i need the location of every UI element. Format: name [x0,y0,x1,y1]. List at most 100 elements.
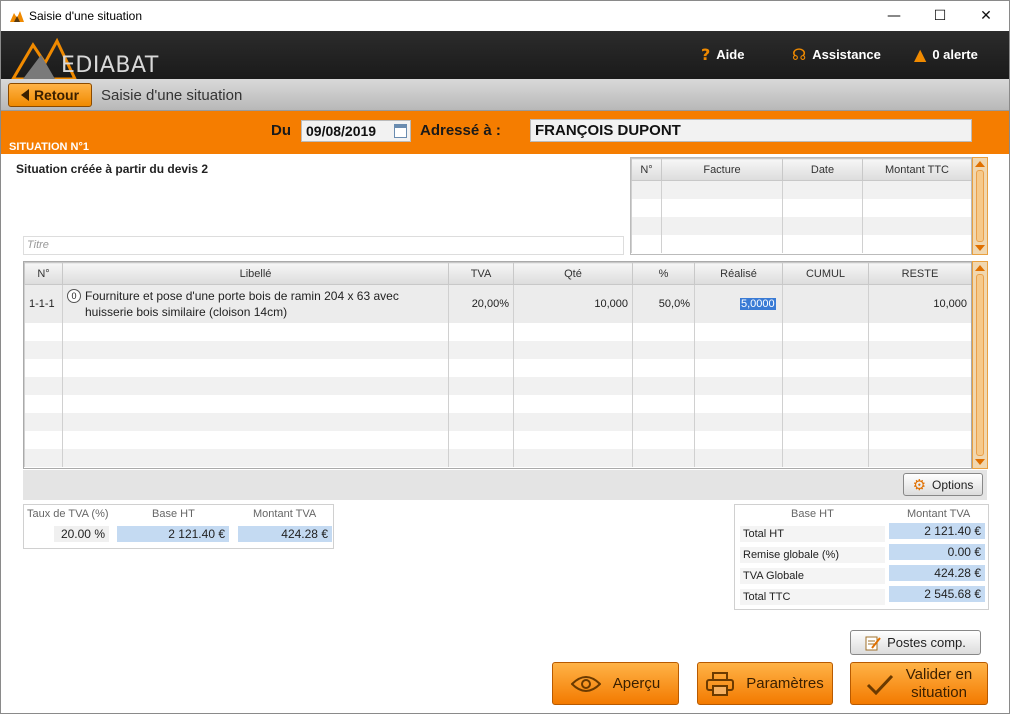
lignes-scrollbar[interactable] [972,261,988,469]
adresse-label: Adressé à : [420,122,501,139]
remise-label: Remise globale (%) [740,547,885,563]
table-row[interactable] [631,234,971,253]
aide-label: Aide [716,47,745,62]
du-label: Du [271,122,291,139]
table-row[interactable] [24,448,971,467]
info-badge-icon[interactable]: 0 [67,288,81,303]
col-header-realise[interactable]: Réalisé [694,262,783,285]
parametres-button[interactable]: Paramètres [697,662,833,705]
cone-icon: ▲ [914,45,927,64]
scroll-down-icon[interactable] [975,459,985,465]
scroll-up-icon[interactable] [975,161,985,167]
titre-input[interactable]: Titre [23,236,624,255]
factures-scrollbar[interactable] [972,157,988,255]
options-button[interactable]: ⚙ Options [903,473,983,496]
total-ht-label: Total HT [740,526,885,542]
table-row[interactable] [24,340,971,359]
table-row[interactable] [631,198,971,217]
date-value: 09/08/2019 [306,123,377,139]
apercu-button[interactable]: Aperçu [552,662,679,705]
close-button[interactable]: ✕ [963,1,1009,31]
cell-pct[interactable]: 50,0% [632,284,695,323]
cell-realise[interactable]: 5,0000 [694,284,783,323]
scroll-up-icon[interactable] [975,265,985,271]
table-row[interactable] [24,322,971,341]
tva-montant-header: Montant TVA [253,508,317,520]
cell-tva: 20,00% [448,284,514,323]
edit-note-icon [865,636,881,650]
arrow-left-icon [20,89,29,101]
maximize-button[interactable]: ☐ [917,1,963,31]
col-header-reste[interactable]: RESTE [868,262,971,285]
scroll-down-icon[interactable] [975,245,985,251]
assistance-link[interactable]: ☊ Assistance [792,45,881,64]
libelle-line2: huisserie bois similaire (cloison 14cm) [85,304,288,319]
parametres-label: Paramètres [746,675,824,692]
col-header-tva[interactable]: TVA [448,262,514,285]
table-row[interactable] [24,412,971,431]
valider-button[interactable]: Valider en situation [850,662,988,705]
totals-base-header: Base HT [791,508,834,520]
scroll-thumb[interactable] [976,274,984,456]
tva-rate-header: Taux de TVA (%) [27,508,109,520]
aide-link[interactable]: ? Aide [701,45,744,64]
valider-label-line2: situation [911,683,967,701]
cell-qte: 10,000 [513,284,633,323]
tva-base-value: 2 121.40 € [117,526,229,542]
remise-value[interactable]: 0.00 € [889,544,985,560]
alerte-link[interactable]: ▲ 0 alerte [914,45,978,64]
col-header-num[interactable]: N° [24,262,63,285]
col-header-montant-ttc[interactable]: Montant TTC [862,158,971,181]
col-header-libelle[interactable]: Libellé [62,262,449,285]
back-button[interactable]: Retour [8,83,92,107]
lignes-table: N° Libellé TVA Qté % Réalisé CUMUL RESTE… [23,261,972,469]
options-bar [23,470,987,500]
app-window: Saisie d'une situation — ☐ ✕ EDIABAT ? A… [0,0,1010,714]
apercu-label: Aperçu [612,675,661,692]
tva-montant-value: 424.28 € [238,526,332,542]
table-row[interactable]: 1-1-1 0 Fourniture et pose d'une porte b… [24,284,971,323]
printer-icon [706,671,735,696]
client-field[interactable]: FRANÇOIS DUPONT [530,119,972,142]
cell-cumul [782,284,869,323]
realise-input[interactable]: 5,0000 [740,297,776,310]
table-row[interactable] [24,394,971,413]
col-header-pct[interactable]: % [632,262,695,285]
table-row[interactable] [24,358,971,377]
scroll-thumb[interactable] [976,170,984,242]
assistance-label: Assistance [812,47,881,62]
table-row[interactable] [24,430,971,449]
calendar-icon[interactable] [394,124,407,138]
total-ttc-value: 2 545.68 € [889,586,985,602]
window-titlebar: Saisie d'une situation — ☐ ✕ [1,1,1009,31]
col-header-cumul[interactable]: CUMUL [782,262,869,285]
headset-icon: ☊ [792,45,807,64]
table-row[interactable] [24,376,971,395]
col-header-qte[interactable]: Qté [513,262,633,285]
situation-subtitle: Situation créée à partir du devis 2 [16,162,209,176]
cell-num: 1-1-1 [24,284,63,323]
col-header-date[interactable]: Date [782,158,863,181]
date-field[interactable]: 09/08/2019 [301,120,411,142]
table-row[interactable] [631,180,971,199]
back-label: Retour [33,87,80,103]
situation-number: SITUATION N°1 [9,141,89,153]
help-icon: ? [701,45,711,64]
libelle-line1: Fourniture et pose d'une porte bois de r… [85,288,399,303]
total-ttc-label: Total TTC [740,589,885,605]
col-header-facture[interactable]: Facture [661,158,783,181]
table-row[interactable] [631,216,971,235]
logo-text: EDIABAT [61,53,159,78]
tva-globale-value: 424.28 € [889,565,985,581]
minimize-button[interactable]: — [871,1,917,31]
tva-base-header: Base HT [152,508,195,520]
tva-summary: Taux de TVA (%) Base HT Montant TVA 20.0… [23,504,334,549]
page-title: Saisie d'une situation [101,87,243,104]
alerte-label: 0 alerte [932,47,978,62]
situation-header-band: Du 09/08/2019 Adressé à : FRANÇOIS DUPON… [1,111,1009,154]
postes-comp-button[interactable]: Postes comp. [850,630,981,655]
nav-bar: Retour Saisie d'une situation [1,79,1009,111]
col-header-num[interactable]: N° [631,158,662,181]
total-ht-value: 2 121.40 € [889,523,985,539]
cell-reste: 10,000 [868,284,971,323]
